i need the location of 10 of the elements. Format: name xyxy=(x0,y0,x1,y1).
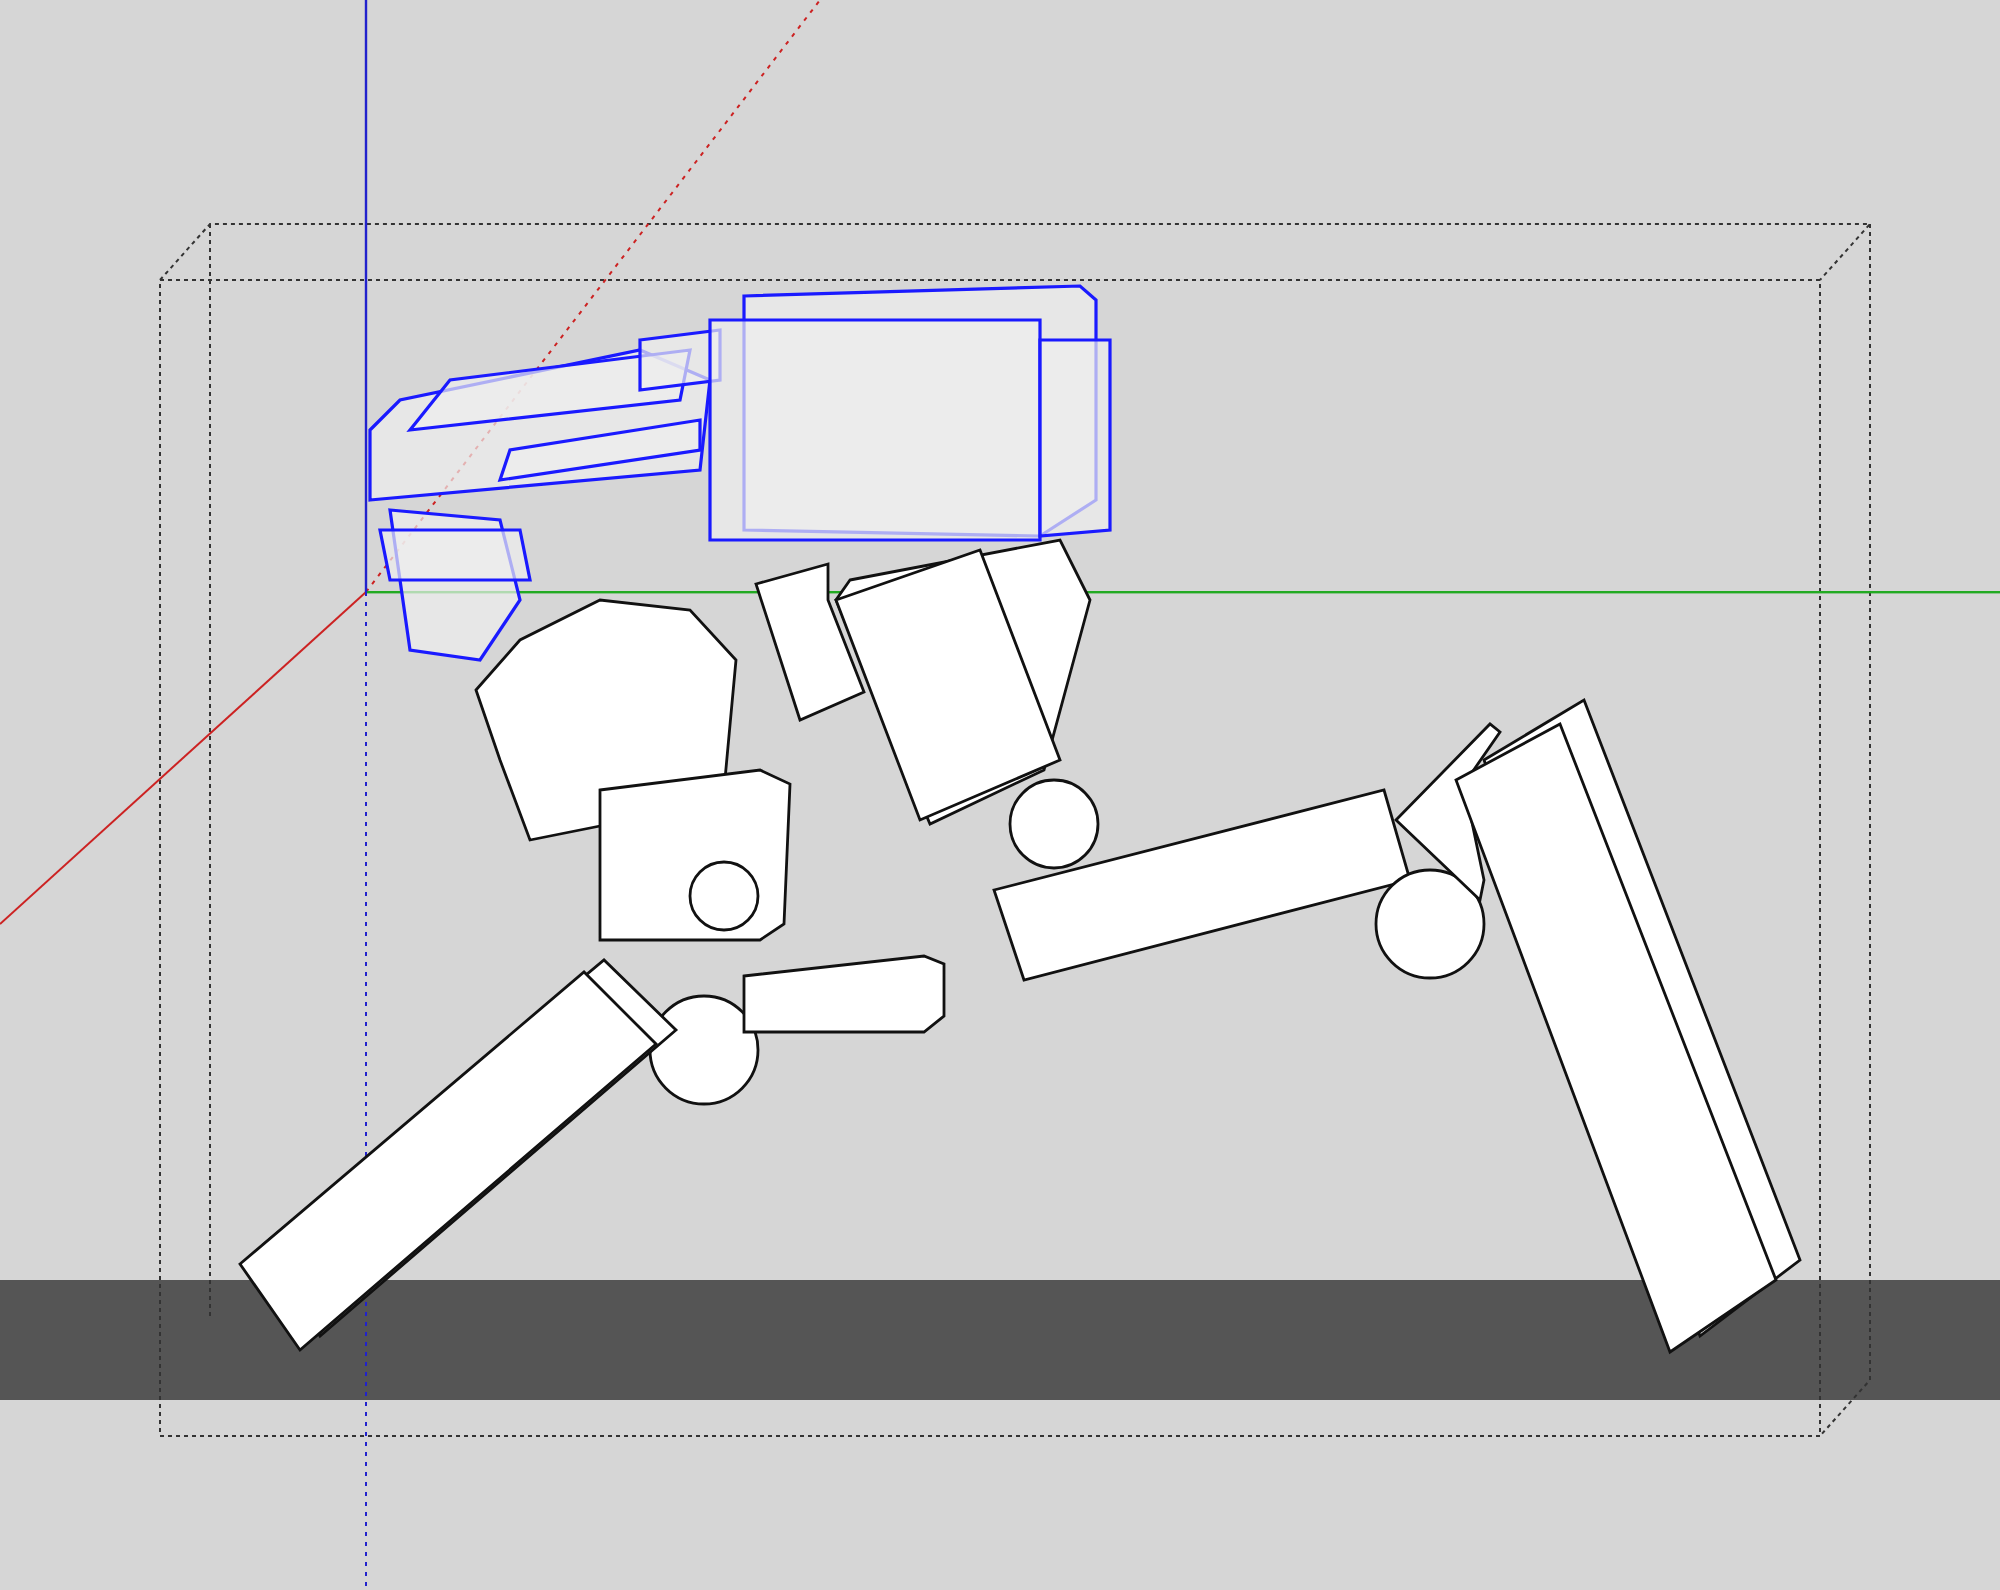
robot-rear-knee-part[interactable] xyxy=(1374,868,1486,980)
robot-hip-part[interactable] xyxy=(474,598,738,842)
robot-elbow-part[interactable] xyxy=(1008,778,1100,870)
robot-rear-thigh-part[interactable] xyxy=(1394,722,1502,903)
robot-thigh-part[interactable] xyxy=(598,768,792,942)
robot-shoulder-part[interactable] xyxy=(754,562,866,722)
robot-front-knee-part[interactable] xyxy=(648,994,760,1106)
robot-front-shin-part[interactable] xyxy=(238,958,679,1353)
robot-torso-part[interactable] xyxy=(708,284,1112,542)
robot-rear-shin-part[interactable] xyxy=(1454,697,1802,1355)
